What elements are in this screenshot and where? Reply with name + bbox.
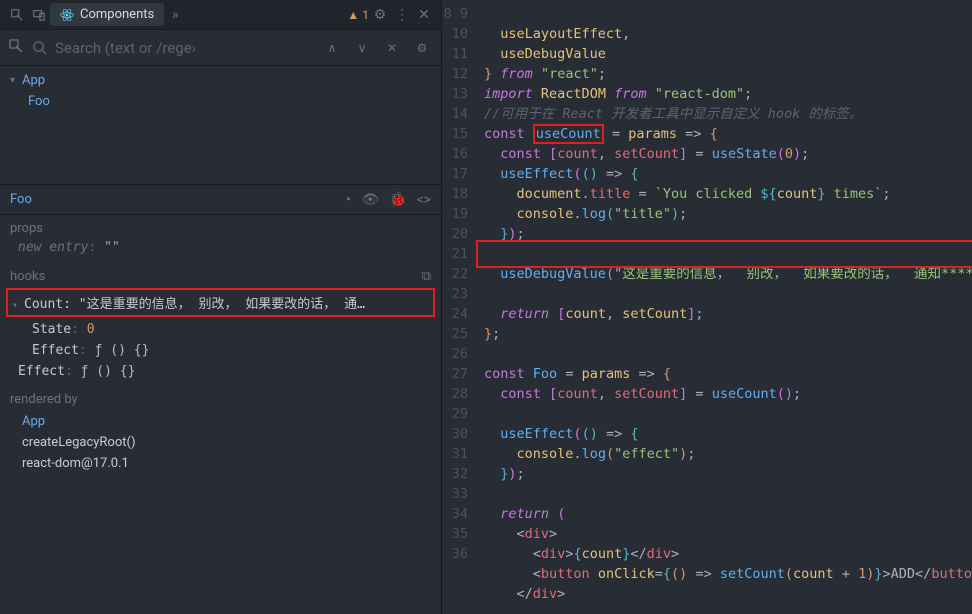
- props-heading: props: [0, 215, 441, 238]
- component-search-row: Search (text or /rege› ∧ ∨ ✕ ⚙: [0, 30, 441, 66]
- settings-gear-icon[interactable]: ⚙: [369, 4, 391, 26]
- tree-item-label: Foo: [28, 94, 50, 109]
- devtools-tabbar: Components » ▲ 1 ⚙ ⋮ ✕: [0, 0, 441, 30]
- search-input[interactable]: Search (text or /rege›: [32, 39, 313, 57]
- devtools-panel: Components » ▲ 1 ⚙ ⋮ ✕ Search (text or /…: [0, 0, 442, 614]
- rendered-create-root: createLegacyRoot(): [0, 432, 441, 453]
- hooks-heading-row: hooks ⧉: [0, 263, 441, 286]
- debug-icon[interactable]: 🐞: [389, 192, 406, 208]
- device-toolbar-icon[interactable]: [28, 4, 50, 26]
- line-gutter: 8 9 10 11 12 13 14 15 16 17 18 19 20 21 …: [442, 0, 476, 614]
- component-tree: ▾ App Foo: [0, 66, 441, 116]
- hooks-heading: hooks: [10, 269, 45, 284]
- warning-count: 1: [362, 8, 369, 22]
- rendered-react-dom-version: react-dom@17.0.1: [0, 453, 441, 474]
- inspected-component-name: Foo: [10, 192, 32, 207]
- suspend-icon[interactable]: ◔: [343, 191, 351, 208]
- tree-item-label: App: [22, 73, 45, 88]
- copy-hooks-icon[interactable]: ⧉: [422, 269, 431, 284]
- hook-effect-value: ƒ () {}: [95, 343, 150, 358]
- caret-down-icon: ▾: [10, 75, 20, 86]
- hook-count-row[interactable]: ▾Count: "这是重要的信息， 别改， 如果要改的话， 通…: [6, 288, 435, 317]
- usecount-highlight: useCount: [533, 124, 604, 144]
- tab-components[interactable]: Components: [50, 3, 164, 26]
- hook-state-value: 0: [87, 322, 95, 337]
- hook-effect-label: Effect: [32, 343, 79, 358]
- hook-effect2-label: Effect: [18, 364, 65, 379]
- kebab-menu-icon[interactable]: ⋮: [391, 4, 413, 26]
- caret-down-icon: ▾: [12, 300, 22, 311]
- inspect-dom-icon[interactable]: 👁: [361, 192, 379, 208]
- more-tabs-button[interactable]: »: [164, 4, 186, 26]
- hook-effect2-row[interactable]: Effect: ƒ () {}: [0, 361, 441, 382]
- usedebugvalue-highlight-box: [476, 240, 972, 268]
- hook-state-label: State: [32, 322, 71, 337]
- close-panel-icon[interactable]: ✕: [413, 4, 435, 26]
- tab-components-label: Components: [80, 7, 154, 22]
- warning-badge[interactable]: ▲ 1: [347, 8, 369, 22]
- tree-item-app[interactable]: ▾ App: [0, 70, 441, 91]
- view-source-icon[interactable]: <>: [417, 192, 431, 208]
- inspect-element-icon[interactable]: [6, 4, 28, 26]
- hook-effect2-value: ƒ () {}: [81, 364, 136, 379]
- code-area[interactable]: useLayoutEffect, useDebugValue } from "r…: [476, 0, 972, 614]
- rendered-by-heading: rendered by: [0, 382, 441, 411]
- search-icon: [32, 40, 47, 55]
- components-settings-icon[interactable]: ⚙: [411, 37, 433, 59]
- search-next-icon[interactable]: ∨: [351, 37, 373, 59]
- hook-state-row[interactable]: State: 0: [0, 319, 441, 340]
- search-prev-icon[interactable]: ∧: [321, 37, 343, 59]
- inspected-component-bar: Foo ◔ 👁 🐞 <>: [0, 184, 441, 215]
- react-logo-icon: [60, 8, 74, 22]
- new-entry-label[interactable]: new entry: [18, 240, 88, 255]
- code-editor: 8 9 10 11 12 13 14 15 16 17 18 19 20 21 …: [442, 0, 972, 614]
- rendered-app-link[interactable]: App: [0, 411, 441, 432]
- props-body: new entry: "": [0, 238, 441, 263]
- tree-item-foo[interactable]: Foo: [0, 91, 441, 112]
- search-placeholder: Search (text or /rege›: [55, 39, 196, 57]
- select-element-icon[interactable]: [8, 38, 24, 58]
- hook-count-text: Count: "这是重要的信息， 别改， 如果要改的话， 通…: [24, 297, 365, 312]
- hook-effect-row[interactable]: Effect: ƒ () {}: [0, 340, 441, 361]
- new-entry-value[interactable]: "": [104, 240, 120, 255]
- search-clear-icon[interactable]: ✕: [381, 37, 403, 59]
